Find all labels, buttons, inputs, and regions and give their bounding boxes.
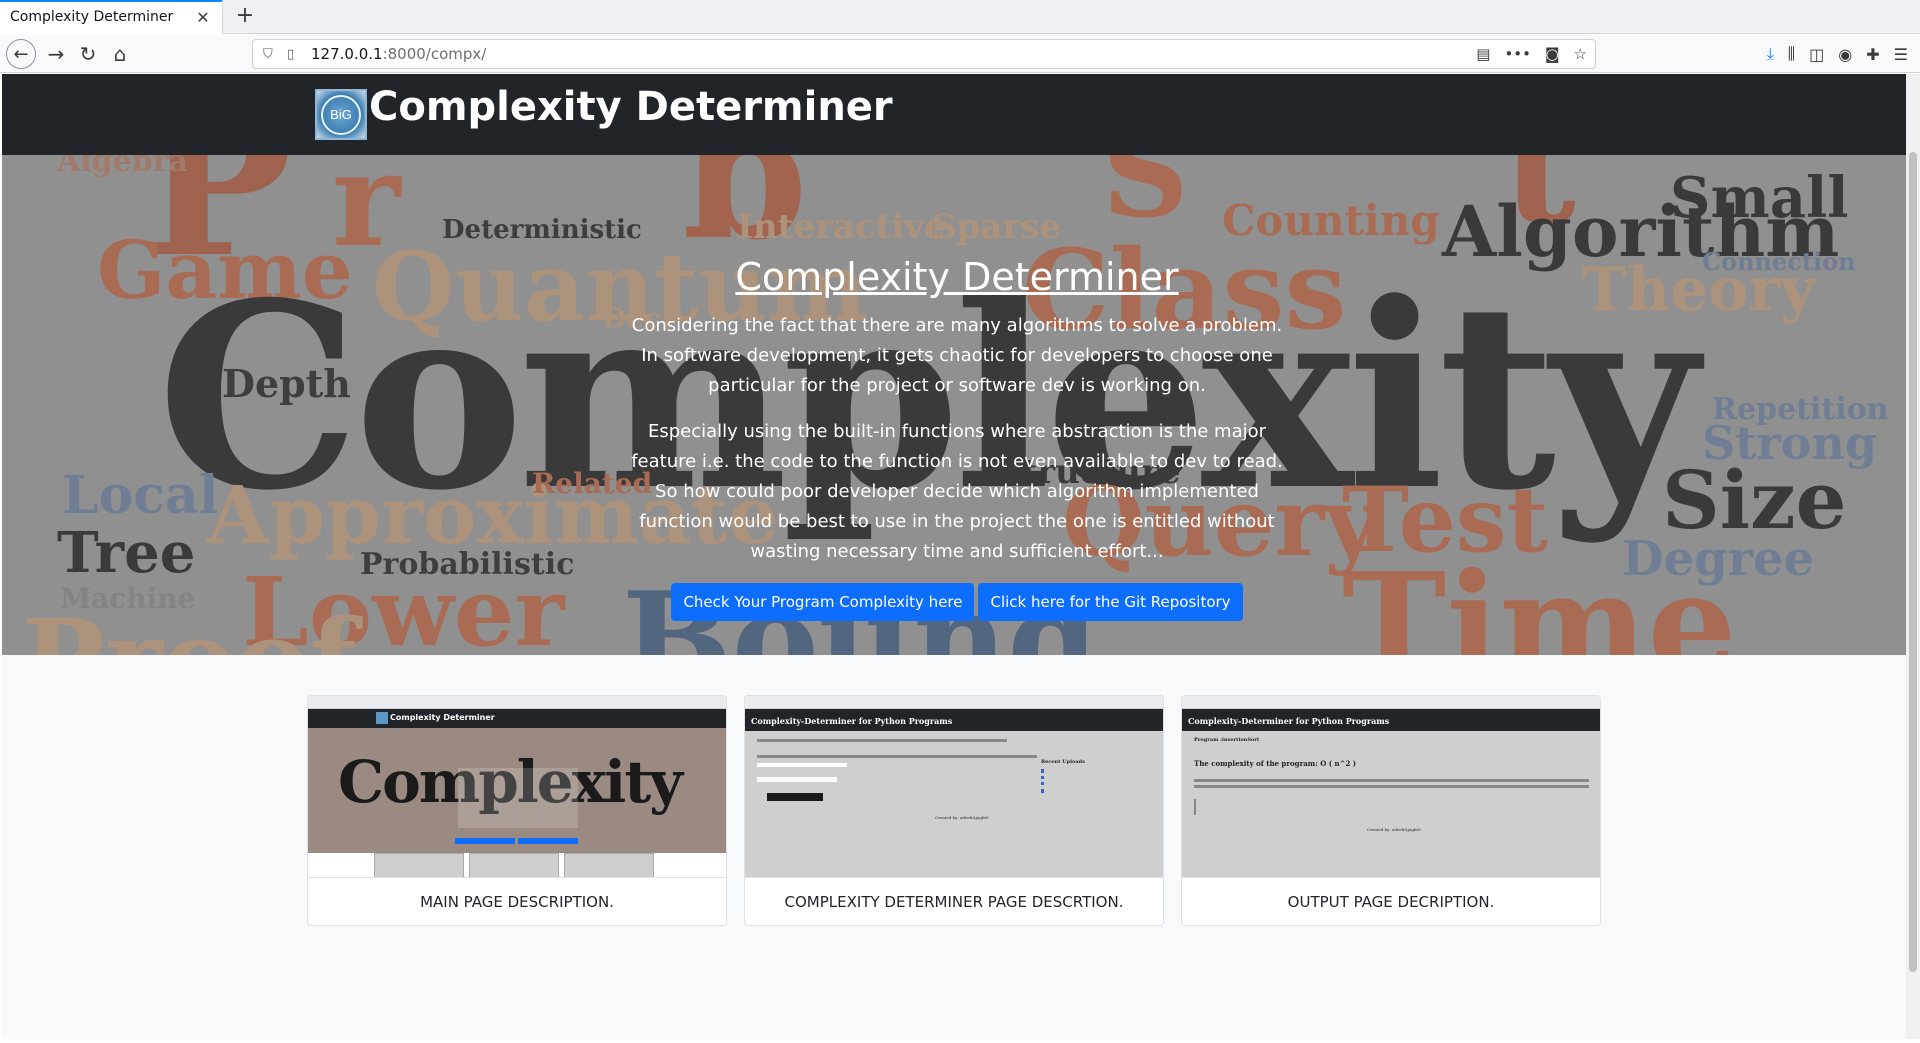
mini-header: Complexity-Determiner for Python Program… bbox=[745, 709, 1163, 731]
mini-git-button bbox=[518, 838, 578, 844]
card-caption: OUTPUT PAGE DECRIPTION. bbox=[1287, 893, 1495, 911]
mini-recent-list bbox=[1041, 769, 1071, 793]
hero-paragraph-2: Especially using the built-in functions … bbox=[631, 421, 1283, 562]
mini-browser-chrome bbox=[1182, 696, 1600, 709]
mini-credit: Created by: adeeb&jaglit9 bbox=[1367, 827, 1421, 832]
site-logo[interactable]: BiG bbox=[315, 89, 367, 140]
mini-code-line bbox=[1194, 785, 1589, 788]
mini-text-line bbox=[757, 755, 1037, 758]
scrollbar-thumb[interactable] bbox=[1909, 152, 1917, 972]
mini-file-input bbox=[757, 777, 837, 782]
menu-icon[interactable]: ☰ bbox=[1894, 45, 1908, 64]
tab-title: Complexity Determiner bbox=[10, 9, 174, 25]
more-actions-icon[interactable]: ••• bbox=[1504, 45, 1531, 63]
mini-submit-button bbox=[767, 793, 823, 801]
git-repository-button[interactable]: Click here for the Git Repository bbox=[978, 583, 1243, 621]
hero-buttons: Check Your Program Complexity here Click… bbox=[622, 583, 1292, 621]
sidebar-icon[interactable]: ◫ bbox=[1809, 45, 1824, 64]
mini-brand: Complexity Determiner bbox=[390, 713, 495, 722]
mini-header: Complexity-Determiner for Python Program… bbox=[1182, 709, 1600, 731]
mini-check-button bbox=[455, 838, 515, 844]
url-host: 127.0.0.1 bbox=[311, 45, 383, 63]
page-scrollbar[interactable] bbox=[1906, 74, 1920, 1039]
card-caption: MAIN PAGE DESCRIPTION. bbox=[420, 893, 614, 911]
browser-tab-bar: Complexity Determiner ✕ + bbox=[0, 0, 1920, 34]
browser-nav-bar: ← → ↻ ⌂ ⛉ ▯ 127.0.0.1:8000/compx/ ▤ ••• … bbox=[0, 35, 1920, 73]
mini-card-1 bbox=[374, 853, 464, 877]
mini-logo bbox=[376, 712, 388, 724]
hero-title: Complexity Determiner bbox=[735, 255, 1179, 299]
page-info-icon[interactable]: ▯ bbox=[287, 47, 303, 62]
mini-time-list bbox=[1194, 799, 1224, 815]
url-path: :8000/compx/ bbox=[382, 45, 487, 63]
mini-recent-uploads: Recent Uploads bbox=[1041, 759, 1085, 765]
new-tab-icon[interactable]: + bbox=[232, 4, 258, 30]
mini-card-3 bbox=[564, 853, 654, 877]
mini-browser-chrome bbox=[308, 696, 726, 709]
shield-icon[interactable]: ⛉ bbox=[263, 47, 279, 62]
mini-card-2 bbox=[469, 853, 559, 877]
output-page-screenshot[interactable]: Complexity-Determiner for Python Program… bbox=[1182, 696, 1600, 878]
mini-credit: Created by: adeeb&jaglit9 bbox=[935, 815, 989, 820]
logo-text: BiG bbox=[321, 94, 361, 135]
hero-paragraph-1: Considering the fact that there are many… bbox=[631, 315, 1283, 396]
mini-browser-chrome bbox=[745, 696, 1163, 709]
reload-icon[interactable]: ↻ bbox=[74, 40, 102, 68]
browser-tab[interactable]: Complexity Determiner ✕ bbox=[0, 0, 223, 34]
mini-site-header: Complexity Determiner bbox=[308, 709, 726, 728]
mini-body: Recent Uploads Created by: adeeb&jaglit9 bbox=[745, 731, 1163, 877]
card-determiner-page[interactable]: Complexity-Determiner for Python Program… bbox=[744, 695, 1164, 926]
determiner-page-screenshot[interactable]: Complexity-Determiner for Python Program… bbox=[745, 696, 1163, 878]
mini-program-name: Program :insertionSort bbox=[1194, 737, 1260, 743]
home-icon[interactable]: ⌂ bbox=[106, 40, 134, 68]
card-caption: COMPLEXITY DETERMINER PAGE DESCRTION. bbox=[784, 893, 1124, 911]
main-page-screenshot[interactable]: Complexity Determiner Complexity bbox=[308, 696, 726, 878]
bookmark-star-icon[interactable]: ☆ bbox=[1574, 45, 1587, 63]
card-output-page[interactable]: Complexity-Determiner for Python Program… bbox=[1181, 695, 1601, 926]
download-icon[interactable]: ⤓ bbox=[1767, 44, 1774, 64]
cards-section: Complexity Determiner Complexity MAIN PA… bbox=[2, 655, 1906, 1039]
back-arrow-icon[interactable]: ← bbox=[6, 39, 36, 69]
reader-view-icon[interactable]: ▤ bbox=[1476, 45, 1490, 63]
check-complexity-button[interactable]: Check Your Program Complexity here bbox=[671, 583, 975, 621]
forward-arrow-icon[interactable]: → bbox=[42, 40, 70, 68]
web-page: BiG Complexity Determiner P r b S t Alge… bbox=[2, 74, 1906, 1039]
mini-hero: Complexity bbox=[308, 728, 726, 853]
mini-complexity-result: The complexity of the program: O ( n^2 ) bbox=[1194, 759, 1357, 768]
account-icon[interactable]: ◉ bbox=[1838, 45, 1852, 64]
site-brand[interactable]: Complexity Determiner bbox=[369, 84, 893, 130]
library-icon[interactable]: ⫼ bbox=[1788, 44, 1795, 64]
hero-content: Complexity Determiner Considering the fa… bbox=[622, 255, 1292, 621]
card-main-page[interactable]: Complexity Determiner Complexity MAIN PA… bbox=[307, 695, 727, 926]
mini-text-line bbox=[757, 739, 1007, 742]
url-bar[interactable]: ⛉ ▯ 127.0.0.1:8000/compx/ ▤ ••• ◙ ☆ bbox=[252, 39, 1596, 69]
extensions-icon[interactable]: ✚ bbox=[1866, 45, 1879, 64]
pocket-icon[interactable]: ◙ bbox=[1545, 45, 1560, 63]
mini-body: Program :insertionSort The complexity of… bbox=[1182, 731, 1600, 877]
close-tab-icon[interactable]: ✕ bbox=[194, 8, 212, 27]
site-header: BiG Complexity Determiner bbox=[2, 74, 1906, 155]
mini-hero-text-block bbox=[458, 768, 578, 828]
hero-banner: P r b S t Algebra Small Deterministic In… bbox=[2, 155, 1906, 655]
mini-code-line bbox=[1194, 779, 1589, 782]
mini-input bbox=[757, 763, 847, 767]
